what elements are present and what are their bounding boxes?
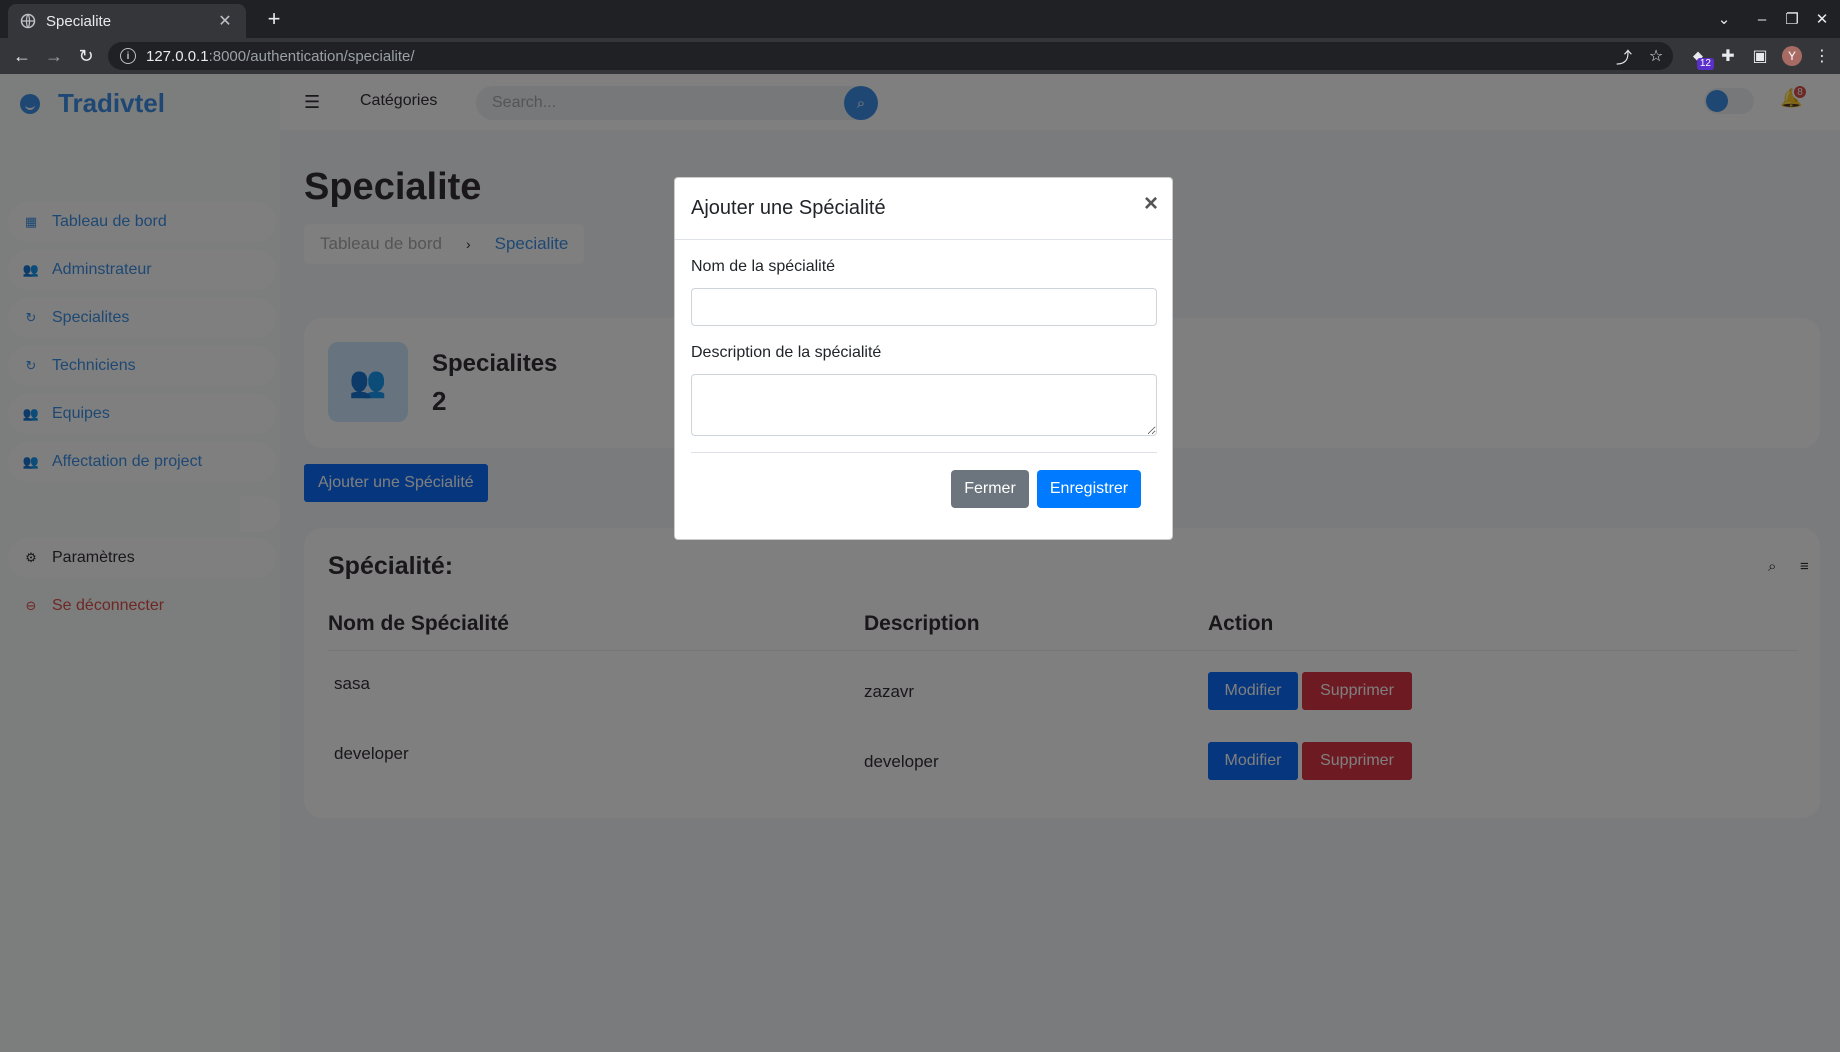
tab-search-chevron-icon[interactable]: ⌄ bbox=[1710, 6, 1738, 32]
description-field-label: Description de la spécialité bbox=[691, 344, 882, 361]
browser-tab[interactable]: Specialite ✕ bbox=[8, 4, 246, 38]
bookmark-star-icon[interactable]: ☆ bbox=[1642, 42, 1670, 70]
minimize-window-icon[interactable]: – bbox=[1748, 6, 1776, 32]
globe-icon bbox=[20, 13, 36, 29]
modal-header: Ajouter une Spécialité × bbox=[675, 178, 1172, 240]
modal-title: Ajouter une Spécialité bbox=[691, 197, 886, 219]
close-button[interactable]: Fermer bbox=[951, 470, 1029, 508]
share-icon[interactable]: ⤴ bbox=[1610, 42, 1638, 70]
tab-close-icon[interactable]: ✕ bbox=[216, 11, 234, 31]
close-window-icon[interactable]: ✕ bbox=[1808, 6, 1836, 32]
back-arrow-icon[interactable]: ← bbox=[8, 42, 36, 70]
close-icon[interactable]: × bbox=[1144, 192, 1158, 216]
modal-footer-divider bbox=[691, 452, 1157, 453]
url-host: 127.0.0.1 bbox=[146, 47, 209, 65]
add-specialite-modal: Ajouter une Spécialité × Nom de la spéci… bbox=[674, 177, 1173, 540]
url-path: :8000/authentication/specialite/ bbox=[208, 47, 415, 65]
puzzle-extensions-icon[interactable]: ✚ bbox=[1714, 42, 1742, 70]
tab-title: Specialite bbox=[46, 12, 112, 30]
browser-menu-icon[interactable]: ⋮ bbox=[1808, 42, 1836, 70]
side-panel-icon[interactable]: ▣ bbox=[1746, 42, 1774, 70]
site-info-icon[interactable]: i bbox=[120, 48, 136, 64]
browser-toolbar: ← → ↻ i 127.0.0.1:8000/authentication/sp… bbox=[0, 38, 1840, 74]
restore-window-icon[interactable]: ❐ bbox=[1778, 6, 1806, 32]
browser-tab-bar: Specialite ✕ + ⌄ – ❐ ✕ bbox=[0, 0, 1840, 38]
save-button[interactable]: Enregistrer bbox=[1037, 470, 1141, 508]
extension-badge: 12 bbox=[1696, 58, 1714, 70]
forward-arrow-icon[interactable]: → bbox=[40, 42, 68, 70]
address-bar[interactable]: i 127.0.0.1:8000/authentication/speciali… bbox=[108, 42, 1673, 70]
description-field[interactable] bbox=[691, 374, 1157, 436]
avatar: Y bbox=[1782, 46, 1802, 66]
name-field[interactable] bbox=[691, 288, 1157, 326]
profile-button[interactable]: Y bbox=[1778, 42, 1806, 70]
extension-icon[interactable]: ◆ 12 bbox=[1684, 42, 1714, 70]
new-tab-button[interactable]: + bbox=[260, 6, 288, 34]
reload-icon[interactable]: ↻ bbox=[72, 42, 100, 70]
modal-backdrop[interactable]: Ajouter une Spécialité × Nom de la spéci… bbox=[0, 74, 1840, 1052]
name-field-label: Nom de la spécialité bbox=[691, 258, 836, 275]
